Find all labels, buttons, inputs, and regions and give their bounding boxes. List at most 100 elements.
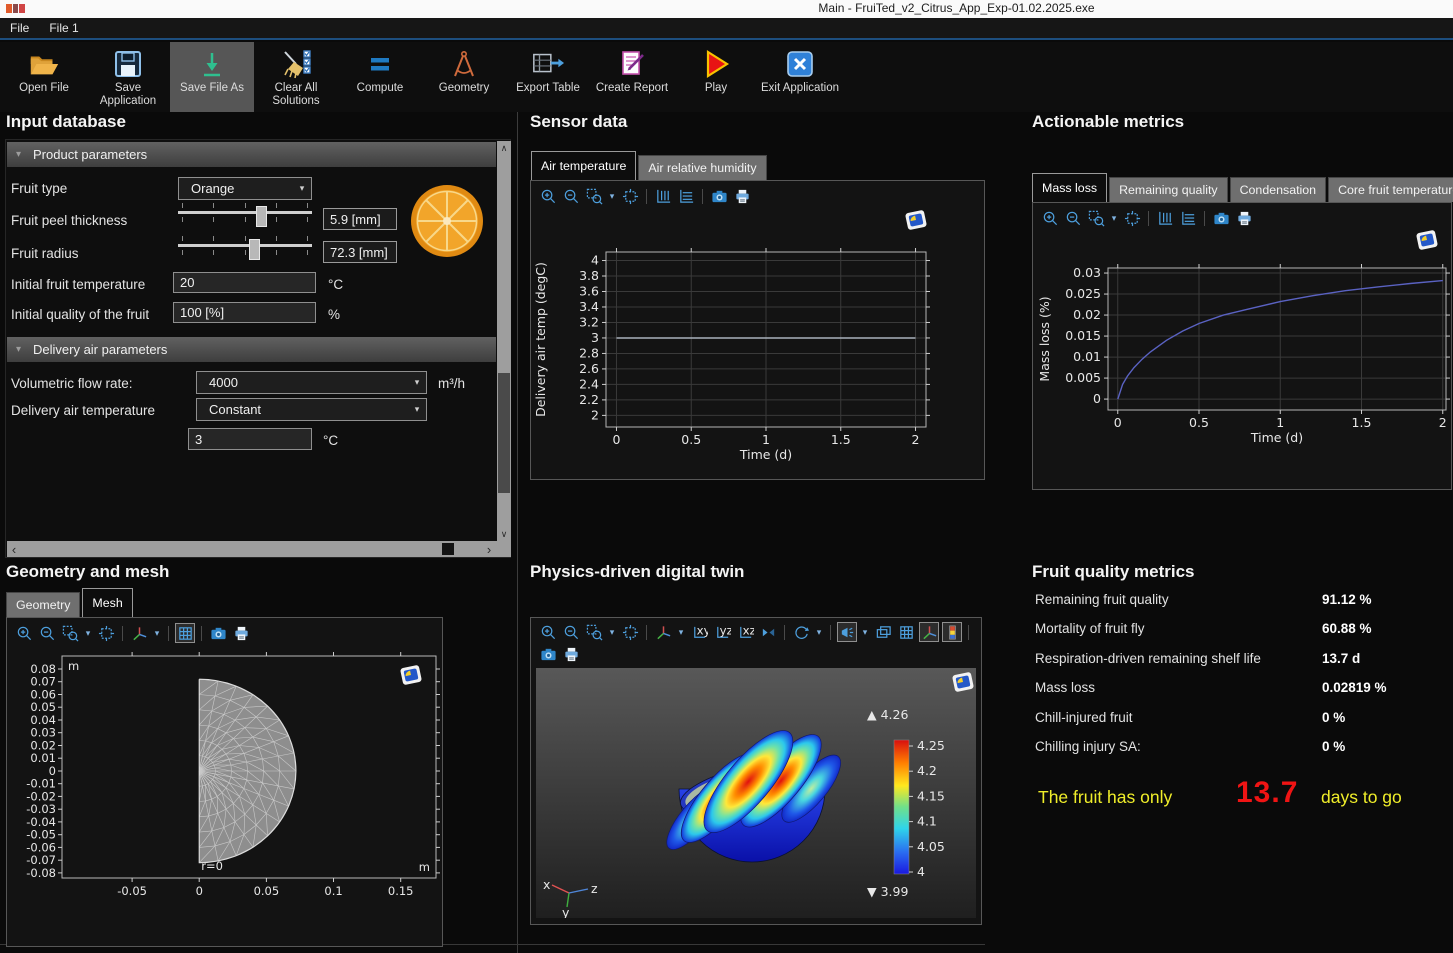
vertical-scrollbar-thumb[interactable]: [498, 373, 510, 493]
zoom-extents-icon[interactable]: [96, 623, 116, 643]
dropdown-caret-icon[interactable]: [1109, 208, 1119, 228]
save-application-button[interactable]: Save Application: [86, 42, 170, 112]
exit-application-button[interactable]: Exit Application: [758, 42, 842, 112]
view-yz-icon[interactable]: yz: [712, 622, 732, 642]
vertical-scrollbar[interactable]: [497, 141, 511, 541]
zoom-in-icon[interactable]: [14, 623, 34, 643]
menu-file[interactable]: File: [10, 21, 29, 35]
section-delivery-air-parameters[interactable]: Delivery air parameters: [7, 337, 496, 362]
tab-core-fruit-temperature[interactable]: Core fruit temperature: [1328, 177, 1453, 202]
dropdown-caret-icon[interactable]: [152, 623, 162, 643]
dropdown-caret-icon[interactable]: [814, 622, 824, 642]
light-icon[interactable]: [837, 622, 857, 642]
toolbar-separator: [646, 625, 647, 640]
create-report-button[interactable]: Create Report: [590, 42, 674, 112]
view-xy-icon[interactable]: xy: [689, 622, 709, 642]
zoom-extents-icon[interactable]: [1122, 208, 1142, 228]
delivery-temp-input[interactable]: [188, 428, 312, 450]
tab-condensation[interactable]: Condensation: [1230, 177, 1326, 202]
fruit-quality-metrics-list: Remaining fruit quality91.12 %Mortality …: [1035, 592, 1447, 768]
x-grid-icon[interactable]: [1155, 208, 1175, 228]
tab-air-relative-humidity[interactable]: Air relative humidity: [638, 155, 766, 180]
flip-icon[interactable]: [758, 622, 778, 642]
scroll-down-arrow[interactable]: [497, 527, 511, 541]
horizontal-scrollbar-thumb[interactable]: [442, 543, 454, 555]
zoom-in-icon[interactable]: [1040, 208, 1060, 228]
flow-rate-select[interactable]: 4000: [196, 371, 427, 394]
grid-icon[interactable]: [896, 622, 916, 642]
camera-icon[interactable]: [208, 623, 228, 643]
fruit-type-select[interactable]: Orange: [178, 177, 312, 200]
triad-icon[interactable]: [129, 623, 149, 643]
section-product-parameters[interactable]: Product parameters: [7, 142, 496, 167]
radius-slider-handle[interactable]: [249, 239, 260, 260]
scroll-up-arrow[interactable]: [497, 141, 511, 155]
peel-thickness-value[interactable]: 5.9 [mm]: [323, 208, 397, 230]
fruit-radius-slider[interactable]: [178, 236, 312, 255]
peel-slider-handle[interactable]: [256, 206, 267, 227]
zoom-box-icon[interactable]: [584, 186, 604, 206]
tab-mass-loss[interactable]: Mass loss: [1032, 173, 1107, 202]
horizontal-scrollbar[interactable]: [7, 541, 496, 557]
colorbar-icon[interactable]: [942, 622, 962, 642]
svg-text:4: 4: [591, 253, 599, 268]
tab-mesh[interactable]: Mesh: [82, 588, 132, 617]
compute-button[interactable]: Compute: [338, 42, 422, 112]
svg-text:1.5: 1.5: [1352, 415, 1372, 430]
zoom-out-icon[interactable]: [37, 623, 57, 643]
dropdown-caret-icon[interactable]: [676, 622, 686, 642]
zoom-out-icon[interactable]: [561, 622, 581, 642]
print-icon[interactable]: [732, 186, 752, 206]
peel-thickness-slider[interactable]: [178, 203, 312, 222]
mesh-plot[interactable]: -0.0500.050.10.150.080.070.060.050.040.0…: [8, 650, 441, 945]
tab-remaining-quality[interactable]: Remaining quality: [1109, 177, 1228, 202]
zoom-box-icon[interactable]: [1086, 208, 1106, 228]
save-file-as-button[interactable]: Save File As: [170, 42, 254, 112]
play-button[interactable]: Play: [674, 42, 758, 112]
menu-file-1[interactable]: File 1: [49, 21, 78, 35]
print-icon[interactable]: [1234, 208, 1254, 228]
delivery-temp-mode-select[interactable]: Constant: [196, 398, 427, 421]
dropdown-caret-icon[interactable]: [860, 622, 870, 642]
dropdown-caret-icon[interactable]: [607, 186, 617, 206]
scroll-left-arrow[interactable]: [7, 542, 21, 556]
zoom-in-icon[interactable]: [538, 622, 558, 642]
initial-temp-input[interactable]: [173, 272, 316, 293]
x-grid-icon[interactable]: [653, 186, 673, 206]
dropdown-caret-icon[interactable]: [83, 623, 93, 643]
zoom-box-icon[interactable]: [60, 623, 80, 643]
zoom-box-icon[interactable]: [584, 622, 604, 642]
rotate-icon[interactable]: [791, 622, 811, 642]
camera-icon[interactable]: [538, 644, 558, 664]
zoom-out-icon[interactable]: [1063, 208, 1083, 228]
camera-icon[interactable]: [709, 186, 729, 206]
tab-geometry[interactable]: Geometry: [6, 592, 80, 617]
export-table-button[interactable]: Export Table: [506, 42, 590, 112]
tab-air-temperature[interactable]: Air temperature: [531, 151, 636, 180]
y-grid-icon[interactable]: [676, 186, 696, 206]
y-grid-icon[interactable]: [1178, 208, 1198, 228]
grid-icon[interactable]: [175, 623, 195, 643]
fruit-radius-value[interactable]: 72.3 [mm]: [323, 241, 397, 263]
triad-icon[interactable]: [653, 622, 673, 642]
geometry-button[interactable]: Geometry: [422, 42, 506, 112]
view-xz-icon[interactable]: xz: [735, 622, 755, 642]
digital-twin-view[interactable]: 4.254.24.154.14.054▲ 4.26▼ 3.99xyz: [536, 668, 976, 918]
print-icon[interactable]: [231, 623, 251, 643]
dropdown-caret-icon[interactable]: [607, 622, 617, 642]
zoom-in-icon[interactable]: [538, 186, 558, 206]
zoom-out-icon[interactable]: [561, 186, 581, 206]
initial-quality-input[interactable]: [173, 302, 316, 323]
zoom-extents-icon[interactable]: [620, 622, 640, 642]
svg-text:4.1: 4.1: [917, 814, 937, 829]
zoom-extents-icon[interactable]: [620, 186, 640, 206]
mass-loss-chart[interactable]: 00.511.5200.0050.010.0150.020.0250.03Tim…: [1036, 242, 1450, 454]
scroll-right-arrow[interactable]: [482, 542, 496, 556]
open-file-button[interactable]: Open File: [2, 42, 86, 112]
sensor-chart[interactable]: 00.511.5222.22.42.62.833.23.43.63.84Time…: [532, 224, 982, 474]
camera-icon[interactable]: [1211, 208, 1231, 228]
scene-icon[interactable]: [873, 622, 893, 642]
print-icon[interactable]: [561, 644, 581, 664]
clear-all-solutions-button[interactable]: Clear All Solutions: [254, 42, 338, 112]
triad-icon[interactable]: [919, 622, 939, 642]
